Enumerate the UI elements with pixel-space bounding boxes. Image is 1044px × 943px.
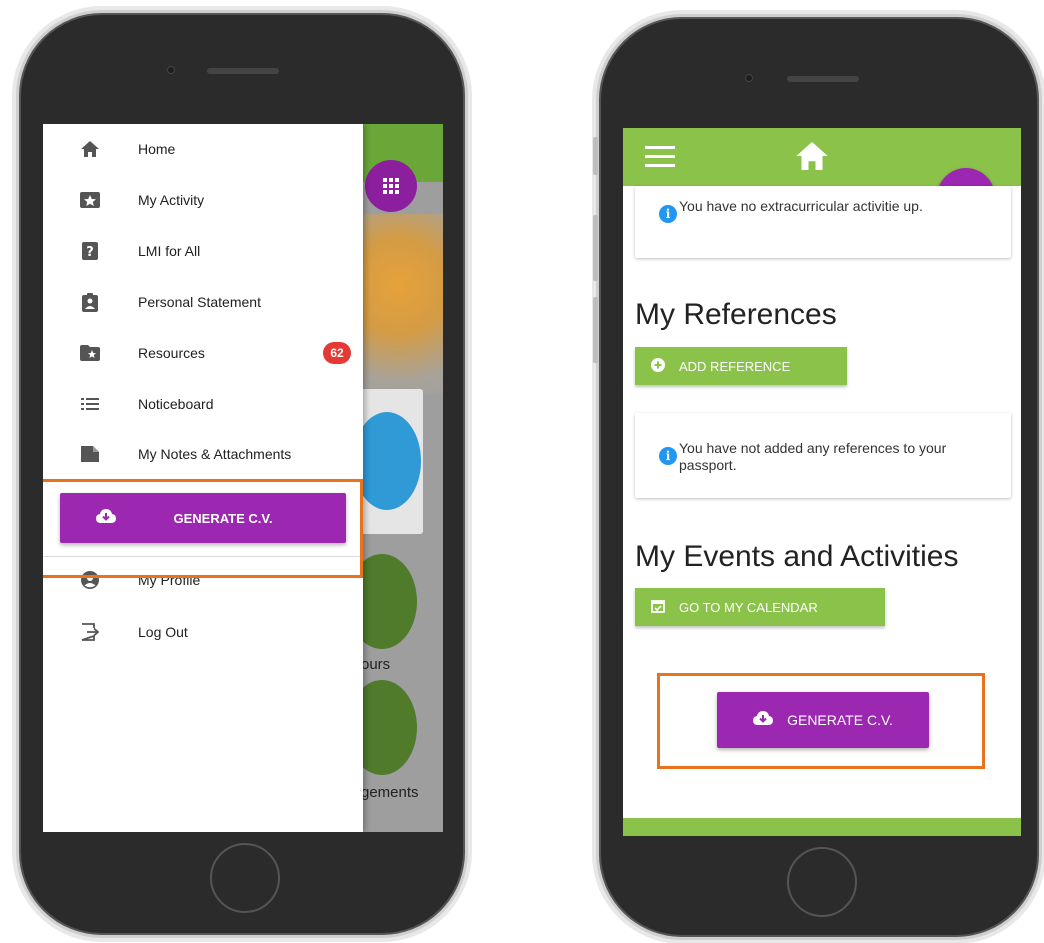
nav-item-log-out[interactable]: Log Out: [43, 612, 363, 652]
nav-label: My Notes & Attachments: [138, 446, 292, 462]
info-icon: i: [659, 205, 677, 223]
add-reference-label: ADD REFERENCE: [679, 358, 791, 374]
background-label: gements: [361, 784, 419, 801]
references-info-card: i You have not added any references to y…: [635, 413, 1011, 498]
folder-star-icon: [79, 342, 101, 364]
home-hardware-button[interactable]: [787, 847, 857, 917]
calendar-check-icon: [651, 599, 665, 616]
events-heading: My Events and Activities: [635, 540, 959, 573]
nav-label: My Activity: [138, 192, 205, 208]
info-text: You have no extracurricular activitie up…: [679, 198, 923, 214]
logout-icon: [79, 621, 101, 643]
help-icon: ?: [79, 240, 101, 262]
home-hardware-button[interactable]: [210, 843, 280, 913]
clipboard-user-icon: [79, 291, 101, 313]
nav-label: Home: [138, 141, 176, 157]
plus-circle-icon: [651, 357, 665, 375]
earpiece-speaker: [787, 76, 859, 82]
nav-label: Personal Statement: [138, 294, 261, 310]
left-phone-frame: ours gements Home My Activity ? LMI for …: [16, 10, 468, 938]
right-screen: i You have no extracurricular activitie …: [623, 128, 1021, 836]
side-button: [593, 297, 598, 363]
svg-text:?: ?: [86, 245, 94, 260]
info-text: You have not added any references to you…: [679, 440, 947, 473]
bottom-bar: [623, 818, 1021, 836]
home-icon[interactable]: [795, 142, 829, 175]
go-to-calendar-button[interactable]: GO TO MY CALENDAR: [635, 588, 885, 626]
background-avatar: [353, 412, 421, 510]
side-button: [593, 137, 598, 175]
resources-count-badge: 62: [323, 342, 351, 364]
background-apps-fab: [365, 160, 417, 212]
star-activity-icon: [79, 189, 101, 211]
info-icon: i: [659, 447, 677, 465]
nav-label: Log Out: [138, 624, 188, 640]
front-camera: [745, 74, 753, 82]
right-phone-frame: i You have no extracurricular activitie …: [593, 14, 1042, 940]
nav-item-resources[interactable]: Resources 62: [43, 333, 363, 373]
list-icon: [79, 393, 101, 415]
nav-item-my-activity[interactable]: My Activity: [43, 180, 363, 220]
background-label: ours: [361, 656, 391, 673]
left-screen: ours gements Home My Activity ? LMI for …: [43, 124, 443, 832]
side-button: [593, 215, 598, 281]
nav-item-my-notes[interactable]: My Notes & Attachments: [43, 434, 363, 474]
generate-cv-button[interactable]: GENERATE C.V.: [717, 692, 929, 748]
cloud-download-icon: [753, 710, 774, 730]
note-icon: [79, 443, 101, 465]
navigation-drawer: Home My Activity ? LMI for All Personal …: [43, 124, 363, 832]
nav-item-personal-statement[interactable]: Personal Statement: [43, 282, 363, 322]
nav-item-noticeboard[interactable]: Noticeboard: [43, 384, 363, 424]
apps-grid-icon: [383, 178, 399, 194]
extracurricular-info-card: i You have no extracurricular activitie …: [635, 186, 1011, 258]
nav-label: Resources: [138, 345, 205, 361]
nav-item-lmi-for-all[interactable]: ? LMI for All: [43, 231, 363, 271]
references-heading: My References: [635, 298, 837, 331]
earpiece-speaker: [207, 68, 279, 74]
home-icon: [79, 138, 101, 160]
nav-label: Noticeboard: [138, 396, 214, 412]
go-calendar-label: GO TO MY CALENDAR: [679, 599, 818, 615]
add-reference-button[interactable]: ADD REFERENCE: [635, 347, 847, 385]
nav-label: LMI for All: [138, 243, 201, 259]
nav-item-home[interactable]: Home: [43, 129, 363, 169]
generate-cv-label: GENERATE C.V.: [787, 712, 893, 728]
front-camera: [167, 66, 175, 74]
highlight-box: [43, 479, 363, 578]
menu-icon[interactable]: [645, 146, 675, 173]
